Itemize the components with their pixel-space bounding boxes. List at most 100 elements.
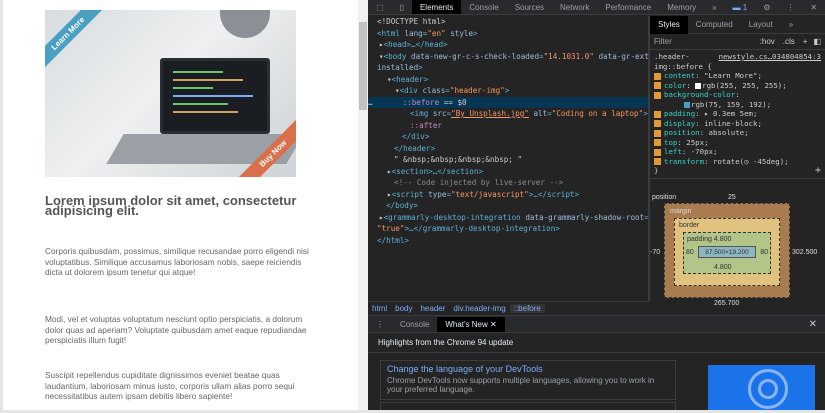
tab-layout[interactable]: Layout [741,16,781,34]
paragraph: Suscipit repellendus cupiditate dignissi… [45,370,295,401]
gear-icon[interactable]: ⚙ [755,0,778,14]
dom-node[interactable]: ▸<head>…</head> [368,39,648,51]
whats-new-card[interactable] [380,402,676,410]
checkbox-icon[interactable] [654,82,661,89]
cls-button[interactable]: .cls [783,37,795,46]
checkbox-icon[interactable] [654,91,661,99]
dom-node[interactable]: " &nbsp;&nbsp;&nbsp;&nbsp; " [368,154,648,166]
lamp-graphic [220,10,270,38]
checkbox-icon[interactable] [654,129,661,137]
header-image: Learn More Buy Now [45,10,296,177]
more-tabs-button[interactable]: » [704,0,724,14]
close-drawer-icon[interactable]: ✕ [809,319,817,330]
css-property[interactable]: position: absolute; [654,128,821,138]
css-property[interactable]: content: "Learn More"; [654,71,821,81]
dom-node[interactable]: ▾<body data-new-gr-c-s-check-loaded="14.… [368,51,648,63]
css-property[interactable]: top: 25px; [654,138,821,148]
dom-node[interactable]: ▸<grammarly-desktop-integration data-gra… [368,212,648,224]
card-title[interactable]: Change the language of your DevTools [387,364,669,374]
crumb-before[interactable]: ::before [509,303,545,313]
drawer-tab-console[interactable]: Console [392,317,437,332]
inspect-icon[interactable]: ⬚ [368,0,392,14]
add-property-icon[interactable]: + [815,166,821,176]
content-box: 87.500×19.200 [698,246,756,258]
dom-node[interactable]: ▸<script type="text/javascript">…</scrip… [368,189,648,201]
rule-selector: img::before { [654,61,712,71]
page-scrollbar[interactable] [358,0,368,410]
dom-tree: <!DOCTYPE html> <html lang="en" style> ▸… [368,16,648,300]
styles-pane: Styles Computed Layout » Filter :hov .cl… [650,15,825,307]
dom-node[interactable]: </header> [368,143,648,155]
tab-performance[interactable]: Performance [597,0,659,14]
learn-more-ribbon[interactable]: Learn More [45,10,106,71]
css-property[interactable]: transform: rotate(◷ -45deg); [654,157,821,167]
checkbox-icon[interactable] [654,120,661,127]
message-icon: ▬ [732,2,741,12]
dom-node[interactable]: <!DOCTYPE html> [368,16,648,28]
styles-filter-input[interactable]: Filter [654,37,760,46]
dom-node[interactable]: </body> [368,200,648,212]
card-text: Chrome DevTools now supports multiple la… [387,376,655,394]
webpage: Learn More Buy Now Lorem ipsum dolor sit… [3,0,358,410]
rule-source-link[interactable]: newstyle.cs…034804854:3 [719,52,821,62]
devtools-tabbar: ⬚ ▯ Elements Console Sources Network Per… [368,0,825,15]
dom-node[interactable]: ::after [368,120,648,132]
tab-network[interactable]: Network [552,0,597,14]
page-heading: Lorem ipsum dolor sit amet, consectetur … [45,193,297,218]
color-swatch-icon[interactable] [684,101,690,108]
box-right-value: 302.500 [792,249,818,256]
dom-node[interactable]: ▾<header> [368,74,648,86]
dom-node[interactable]: </html> [368,235,648,247]
checkbox-icon[interactable] [654,72,661,80]
sidebar-toggle-icon[interactable]: ◧ [813,37,821,46]
close-tab-icon[interactable]: ✕ [490,320,497,329]
crumb-html[interactable]: html [368,304,391,313]
dom-node[interactable]: </div> [368,131,648,143]
css-property[interactable]: color: rgb(255, 255, 255); [654,81,821,91]
dom-node[interactable]: <!-- Code injected by live-server --> [368,177,648,189]
css-property[interactable]: display: inline-block; [654,119,821,129]
checkbox-icon[interactable] [654,139,661,146]
dom-node[interactable]: "true">…</grammarly-desktop-integration> [368,223,648,235]
css-property[interactable]: background-color: [654,90,821,100]
tab-memory[interactable]: Memory [659,0,704,14]
checkbox-icon[interactable] [654,110,661,118]
drawer: ⋮ Console What's New ✕ ✕ Highlights from… [368,315,825,410]
drawer-tab-whats-new[interactable]: What's New ✕ [437,316,505,332]
add-rule-icon[interactable]: + [803,37,808,46]
more-style-tabs[interactable]: » [781,16,801,34]
dom-node[interactable]: ▸<section>…</section> [368,166,648,178]
tab-sources[interactable]: Sources [507,0,552,14]
color-swatch-icon[interactable] [695,82,702,89]
dom-node[interactable]: <img src="By_Unsplash.jpg" alt="Coding o… [368,108,648,120]
dom-node-selected[interactable]: …::before == $0 [368,96,648,108]
promo-image [708,365,815,410]
tab-console[interactable]: Console [461,0,506,14]
dom-node[interactable]: ▾<div class="header-img"> [368,85,648,97]
paragraph: Modi, vel et voluptas voluptatum nesciun… [45,314,307,345]
breadcrumb: html body header div.header-img ::before [368,301,648,314]
devtools-panel: ⬚ ▯ Elements Console Sources Network Per… [368,0,825,410]
crumb-body[interactable]: body [391,304,416,313]
crumb-div[interactable]: div.header-img [449,304,509,313]
tab-computed[interactable]: Computed [688,16,741,34]
crumb-header[interactable]: header [416,304,449,313]
css-property[interactable]: left: -70px; [654,147,821,157]
checkbox-icon[interactable] [654,148,661,156]
dom-node[interactable]: <html lang="en" style> [368,28,648,40]
hov-button[interactable]: :hov [760,37,775,46]
drawer-menu-icon[interactable]: ⋮ [368,317,392,332]
tab-styles[interactable]: Styles [650,15,688,34]
css-property[interactable]: padding: ▸ 0.3em 5em; [654,109,821,119]
checkbox-icon[interactable] [654,158,661,165]
close-icon[interactable]: ✕ [802,0,825,14]
device-toggle-icon[interactable]: ▯ [392,0,412,14]
issues-badge[interactable]: ▬ 1 [725,0,756,14]
whats-new-card[interactable]: Change the language of your DevTools Chr… [380,360,676,400]
dom-node[interactable]: installed> [368,62,648,74]
css-value: rgb(75, 159, 192); [654,100,821,110]
kebab-menu-icon[interactable]: ⋮ [778,0,802,14]
highlights-heading: Highlights from the Chrome 94 update [368,333,825,353]
tab-elements[interactable]: Elements [411,0,462,14]
laptop-screen-graphic [160,58,270,134]
